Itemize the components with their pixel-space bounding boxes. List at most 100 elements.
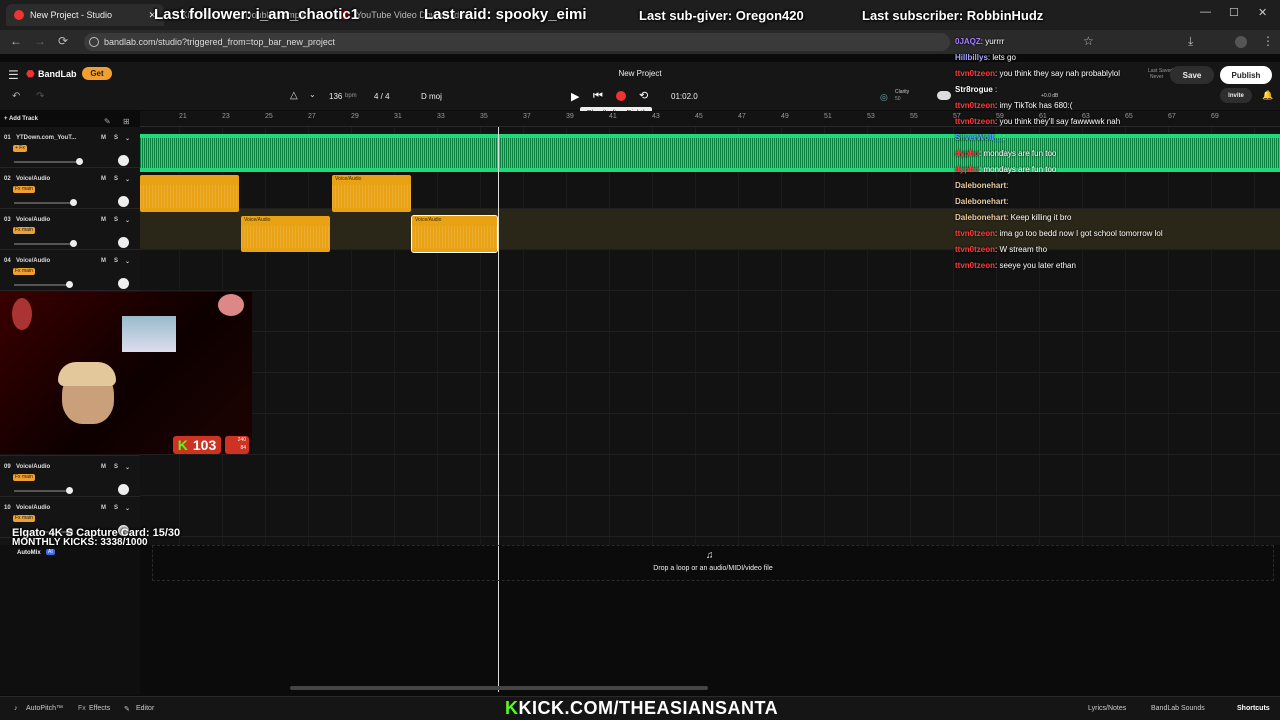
- track-lane[interactable]: [140, 455, 1280, 496]
- bandlab-sounds-button[interactable]: BandLab Sounds: [1151, 705, 1205, 712]
- clip-label: Voice/Audio: [415, 217, 442, 223]
- pencil-tool-icon[interactable]: ✎: [104, 117, 111, 126]
- record-icon[interactable]: [616, 91, 626, 101]
- solo-button[interactable]: S: [114, 135, 118, 141]
- track-header[interactable]: 03 Voice/Audio M S ⌄ Fx main: [0, 209, 140, 250]
- chat-message: dypho: mondays are fun too: [955, 149, 1056, 158]
- snap-grid-icon[interactable]: ⊞: [123, 117, 130, 126]
- track-lane[interactable]: [140, 332, 1280, 373]
- solo-button[interactable]: S: [114, 464, 118, 470]
- playhead[interactable]: [498, 127, 499, 692]
- track-lane[interactable]: [140, 414, 1280, 455]
- pan-knob[interactable]: [118, 237, 129, 248]
- track-lane[interactable]: [140, 496, 1280, 537]
- solo-button[interactable]: S: [114, 505, 118, 511]
- autopitch-button[interactable]: AutoPitch™: [26, 705, 63, 712]
- url-field[interactable]: bandlab.com/studio?triggered_from=top_ba…: [84, 33, 950, 51]
- automix-label[interactable]: AutoMix: [17, 550, 41, 556]
- volume-slider[interactable]: [14, 281, 73, 288]
- effects-button[interactable]: Effects: [89, 705, 110, 712]
- pan-knob[interactable]: [118, 278, 129, 289]
- track-header[interactable]: 02 Voice/Audio M S ⌄ Fx main: [0, 168, 140, 209]
- pan-knob[interactable]: [118, 155, 129, 166]
- tempo-value[interactable]: 136: [329, 92, 342, 101]
- maximize-icon[interactable]: ☐: [1229, 6, 1239, 19]
- volume-slider[interactable]: [14, 487, 73, 494]
- audio-clip[interactable]: [140, 175, 239, 212]
- editor-button[interactable]: Editor: [136, 705, 154, 712]
- track-header[interactable]: 01 YTDown.com_YouT... M S ⌄ + Fx: [0, 127, 140, 168]
- lyrics-button[interactable]: Lyrics/Notes: [1088, 705, 1126, 712]
- track-expand-icon[interactable]: ⌄: [125, 464, 130, 471]
- fx-badge[interactable]: Fx main: [13, 227, 35, 234]
- track-header[interactable]: 04 Voice/Audio M S ⌄ Fx main: [0, 250, 140, 291]
- clarity-icon[interactable]: ◎: [880, 92, 888, 103]
- tab-new-project[interactable]: New Project - Studio ✕: [6, 4, 164, 26]
- volume-slider[interactable]: [14, 240, 77, 247]
- track-expand-icon[interactable]: ⌄: [125, 217, 130, 224]
- skip-back-icon[interactable]: ⏮: [593, 90, 603, 103]
- track-lane[interactable]: [140, 291, 1280, 332]
- horizontal-scrollbar[interactable]: [290, 686, 708, 690]
- play-icon[interactable]: ▶: [571, 90, 579, 103]
- track-name[interactable]: Voice/Audio: [16, 464, 50, 470]
- volume-slider[interactable]: [14, 199, 77, 206]
- solo-button[interactable]: S: [114, 258, 118, 264]
- track-expand-icon[interactable]: ⌄: [125, 258, 130, 265]
- key-selector[interactable]: D moj: [421, 92, 442, 101]
- get-button[interactable]: Get: [82, 67, 112, 80]
- track-header[interactable]: 09 Voice/Audio M S ⌄ Fx main: [0, 456, 140, 497]
- track-expand-icon[interactable]: ⌄: [125, 176, 130, 183]
- close-window-icon[interactable]: ✕: [1258, 6, 1267, 19]
- fx-badge[interactable]: Fx main: [13, 474, 35, 481]
- track-lane[interactable]: [140, 373, 1280, 414]
- pan-knob[interactable]: [118, 484, 129, 495]
- redo-icon[interactable]: ↷: [36, 91, 44, 102]
- mute-button[interactable]: M: [101, 505, 106, 511]
- track-name[interactable]: Voice/Audio: [16, 217, 50, 223]
- fx-badge[interactable]: Fx main: [13, 515, 35, 522]
- track-expand-icon[interactable]: ⌄: [125, 505, 130, 512]
- mute-button[interactable]: M: [101, 135, 106, 141]
- track-expand-icon[interactable]: ⌄: [125, 135, 130, 142]
- solo-button[interactable]: S: [114, 176, 118, 182]
- shortcuts-button[interactable]: Shortcuts: [1237, 705, 1270, 712]
- track-name[interactable]: Voice/Audio: [16, 176, 50, 182]
- mute-button[interactable]: M: [101, 258, 106, 264]
- pan-knob[interactable]: [118, 196, 129, 207]
- back-icon[interactable]: ←: [10, 34, 22, 48]
- slider-knob[interactable]: [70, 199, 77, 206]
- project-title[interactable]: New Project: [560, 69, 720, 78]
- audio-clip[interactable]: Voice/Audio: [241, 216, 330, 252]
- loop-icon[interactable]: ⟲: [639, 89, 648, 102]
- time-signature[interactable]: 4 / 4: [374, 92, 390, 101]
- mute-button[interactable]: M: [101, 464, 106, 470]
- mute-button[interactable]: M: [101, 176, 106, 182]
- site-info-icon[interactable]: [89, 37, 99, 47]
- metronome-icon[interactable]: △: [290, 90, 298, 101]
- fx-badge[interactable]: Fx main: [13, 268, 35, 275]
- track-name[interactable]: Voice/Audio: [16, 258, 50, 264]
- fx-badge[interactable]: Fx main: [13, 186, 35, 193]
- slider-knob[interactable]: [70, 240, 77, 247]
- undo-icon[interactable]: ↶: [12, 91, 20, 102]
- fx-badge[interactable]: + Fx: [13, 145, 27, 152]
- solo-button[interactable]: S: [114, 217, 118, 223]
- minimize-icon[interactable]: —: [1200, 6, 1211, 18]
- chat-text: :: [1002, 133, 1006, 142]
- slider-knob[interactable]: [76, 158, 83, 165]
- slider-knob[interactable]: [66, 281, 73, 288]
- mute-button[interactable]: M: [101, 217, 106, 223]
- track-name[interactable]: Voice/Audio: [16, 505, 50, 511]
- audio-clip[interactable]: Voice/Audio: [332, 175, 411, 212]
- track-name[interactable]: YTDown.com_YouT...: [16, 135, 76, 141]
- clarity-toggle[interactable]: [937, 91, 951, 100]
- slider-knob[interactable]: [66, 487, 73, 494]
- hamburger-menu-icon[interactable]: ☰: [8, 68, 19, 82]
- metronome-dropdown-icon[interactable]: ⌄: [309, 90, 316, 99]
- audio-clip-selected[interactable]: Voice/Audio: [411, 215, 498, 253]
- ruler-tick-label: 41: [609, 113, 617, 120]
- reload-icon[interactable]: ⟳: [58, 34, 68, 48]
- volume-slider[interactable]: [14, 158, 83, 165]
- forward-icon[interactable]: →: [34, 34, 46, 48]
